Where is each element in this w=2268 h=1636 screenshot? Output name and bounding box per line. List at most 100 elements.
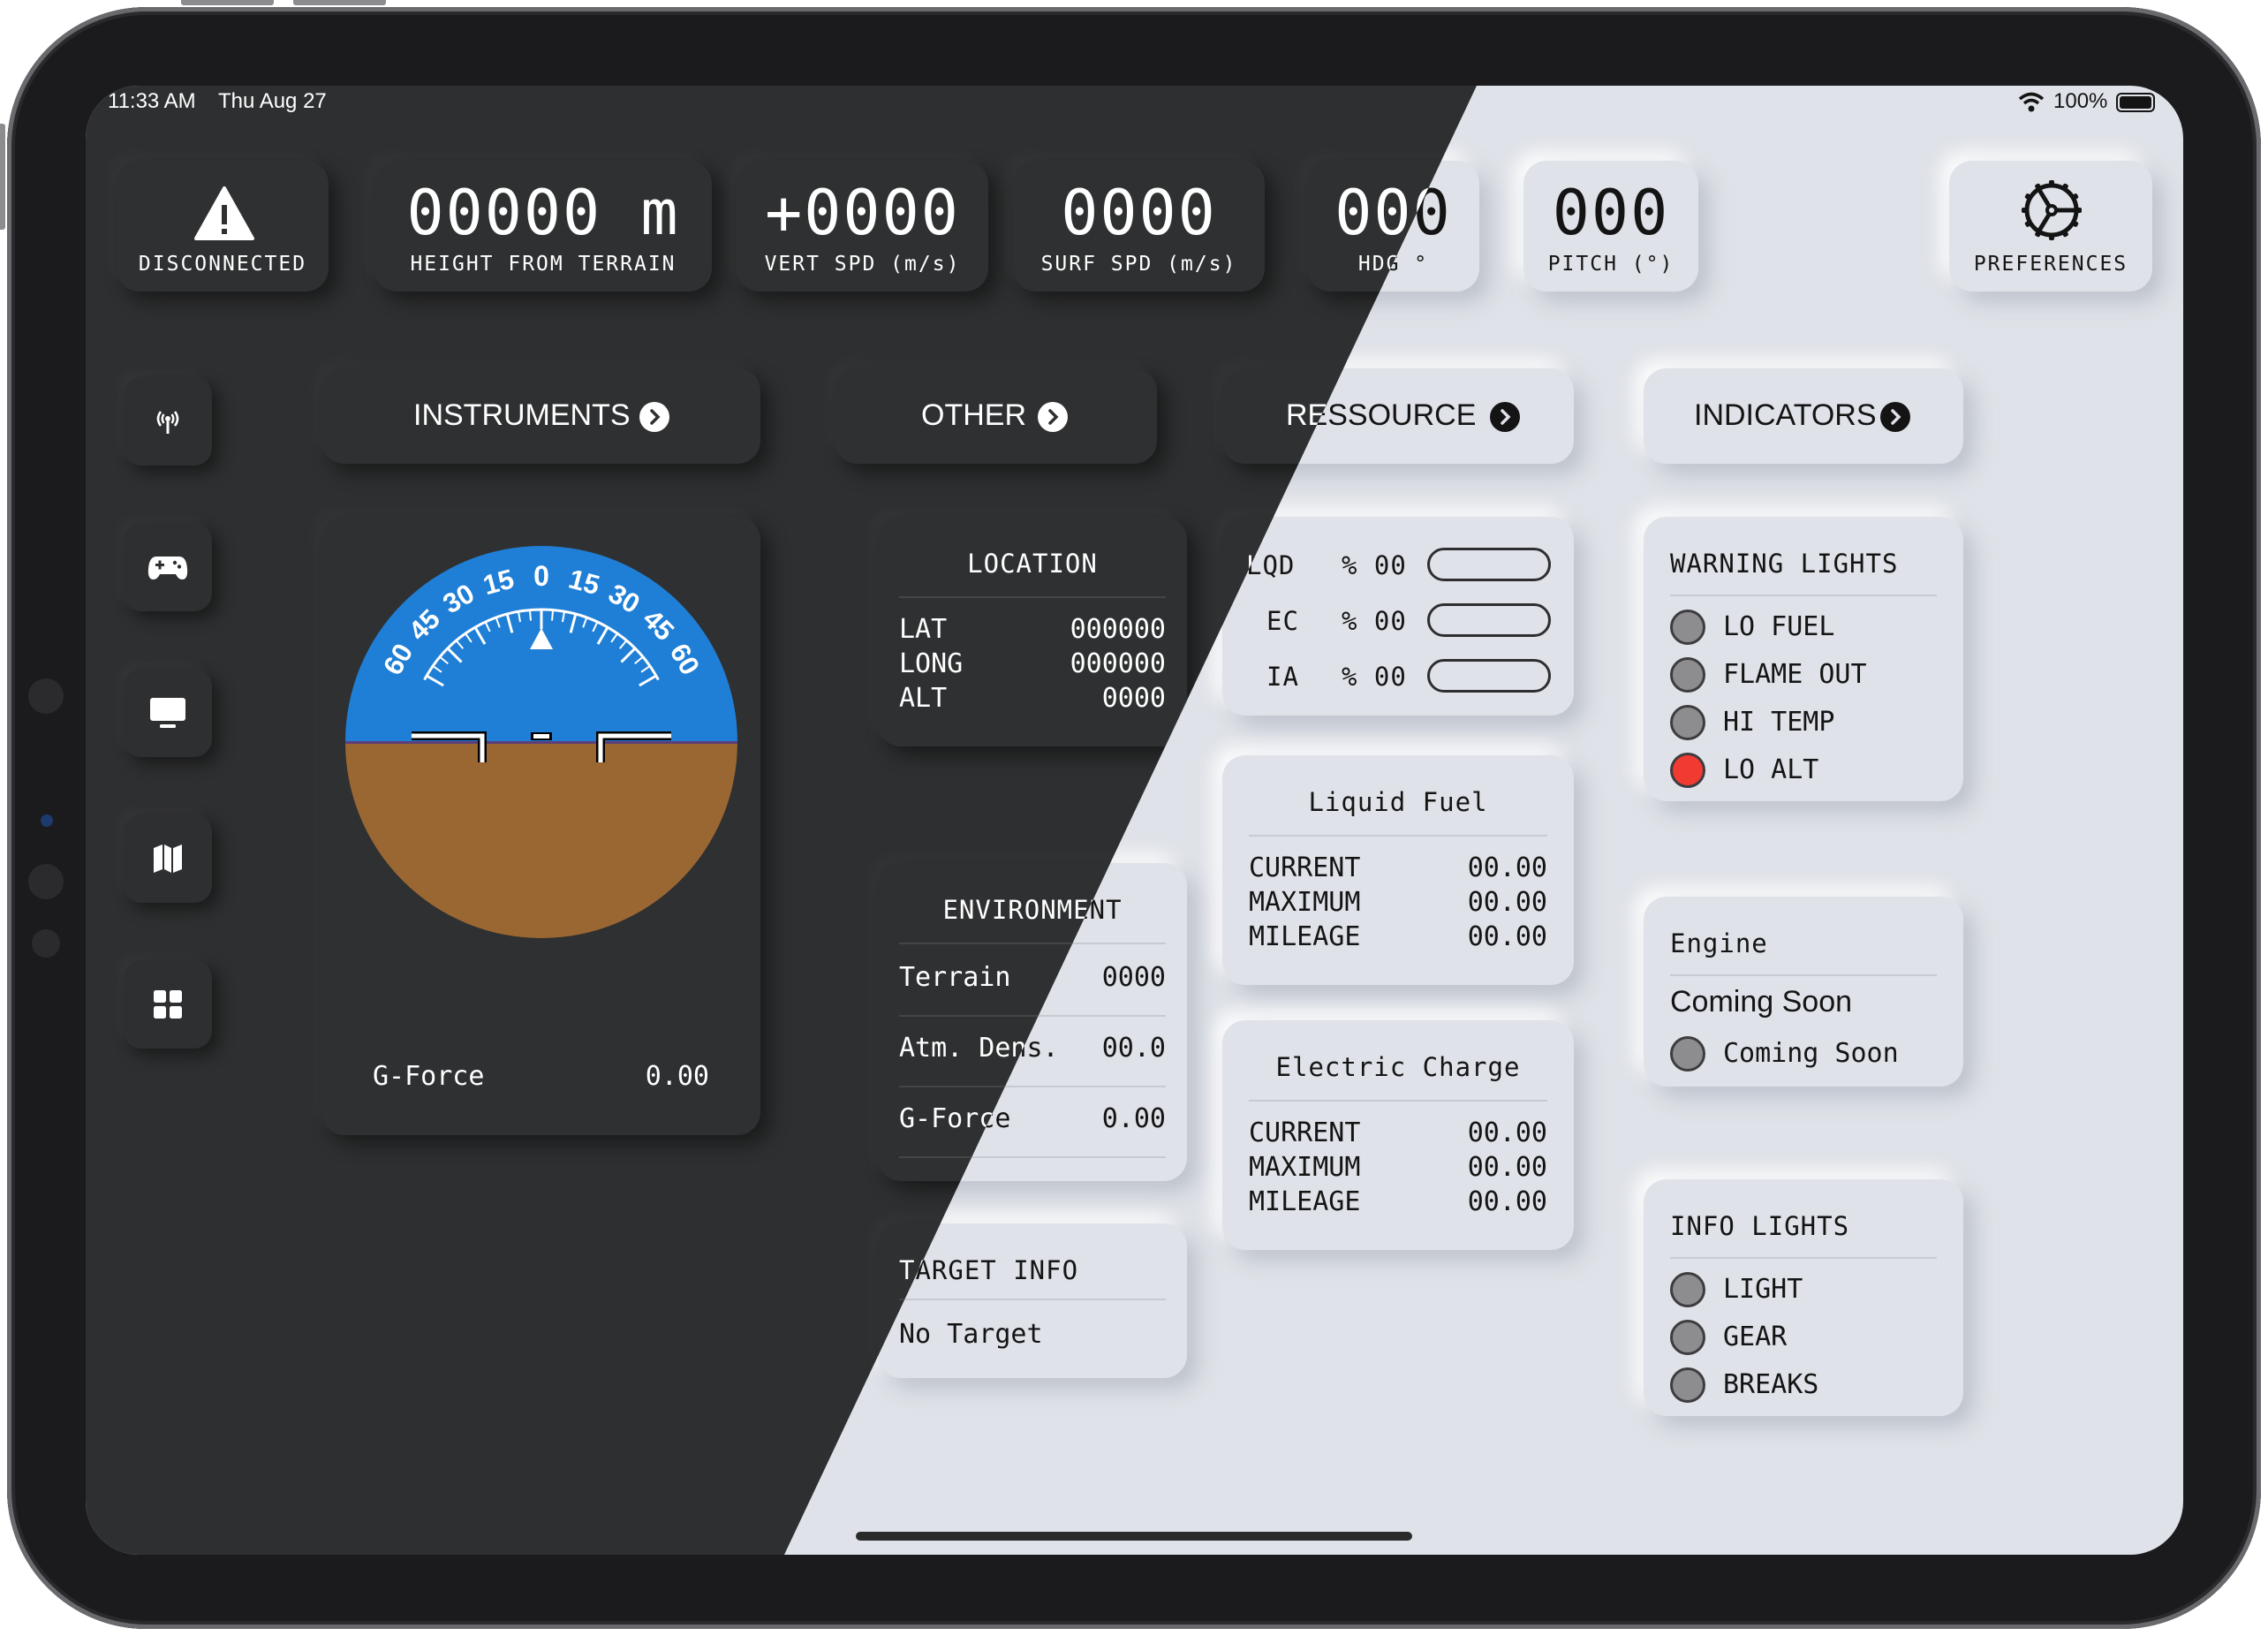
alt-label: ALT xyxy=(899,683,948,714)
info-lights-card: INFO LIGHTS LIGHT GEAR BREAKS xyxy=(1644,1179,1963,1416)
height-label: HEIGHT FROM TERRAIN xyxy=(410,253,677,276)
sidebar-item-grid[interactable] xyxy=(124,960,212,1049)
hi-temp-label: HI TEMP xyxy=(1723,707,1835,738)
connection-card[interactable]: DISCONNECTED xyxy=(117,161,329,292)
lo-fuel-light xyxy=(1670,610,1705,645)
pitch-value: 000 xyxy=(1552,177,1670,249)
long-label: LONG xyxy=(899,648,964,679)
env-terrain-value-light: 0000 xyxy=(1101,962,1166,993)
chevron-right-icon xyxy=(639,402,669,432)
bank-scale-tick xyxy=(528,610,532,621)
info-lights-title: INFO LIGHTS xyxy=(1670,1211,1850,1241)
vert-speed-value: +0000 xyxy=(765,177,960,249)
gforce-label: G-Force xyxy=(373,1061,485,1092)
chevron-right-icon xyxy=(1490,402,1520,432)
ec-mileage-value: 00.00 xyxy=(1467,1186,1547,1217)
battery-icon xyxy=(2116,93,2155,112)
warning-lights-title: WARNING LIGHTS xyxy=(1670,549,1899,579)
status-battery: 100% xyxy=(2053,89,2108,113)
engine-subtitle: Coming Soon xyxy=(1670,985,1853,1019)
engine-light xyxy=(1670,1036,1705,1072)
height-card: 00000 m HEIGHT FROM TERRAIN xyxy=(374,161,712,292)
app-screen: 11:33 AM Thu Aug 27 100% DISCONNECTED 00… xyxy=(86,86,2183,1555)
preferences-label: PREFERENCES xyxy=(1973,253,2128,276)
sidebar-item-antenna[interactable] xyxy=(124,377,212,466)
lo-alt-light xyxy=(1670,753,1705,788)
status-date: Thu Aug 27 xyxy=(218,89,327,113)
status-time: 11:33 AM xyxy=(108,89,196,113)
liquid-fuel-title: Liquid Fuel xyxy=(1308,787,1488,817)
warning-lights-card: WARNING LIGHTS LO FUEL FLAME OUT HI TEMP… xyxy=(1644,517,1963,801)
long-value: 000000 xyxy=(1070,648,1166,679)
bank-label-0: 0 xyxy=(533,560,549,592)
lo-alt-label: LO ALT xyxy=(1723,754,1819,785)
ec-maximum-value: 00.00 xyxy=(1467,1152,1547,1183)
tab-instruments[interactable]: INSTRUMENTS xyxy=(321,368,760,464)
warning-icon xyxy=(194,186,254,240)
engine-card: Engine Coming Soon Coming Soon xyxy=(1644,897,1963,1087)
alt-value: 0000 xyxy=(1101,683,1166,714)
target-value-light: No Target xyxy=(899,1319,1043,1350)
camera-dot xyxy=(41,814,53,827)
ec-value: % 00 xyxy=(1342,606,1407,636)
attitude-indicator: 0 60 45 30 15 15 30 45 60 xyxy=(345,546,737,938)
liquid-fuel-card: Liquid Fuel CURRENT 00.00 MAXIMUM 00.00 … xyxy=(1222,755,1574,985)
env-terrain-label: Terrain xyxy=(899,962,1011,993)
flame-out-label: FLAME OUT xyxy=(1723,659,1867,690)
attitude-card: 0 60 45 30 15 15 30 45 60 G-Force 0.00 xyxy=(321,517,760,1135)
ec-mileage-label: MILEAGE xyxy=(1249,1186,1361,1217)
lf-mileage-label: MILEAGE xyxy=(1249,921,1361,952)
tab-other-label: OTHER xyxy=(921,398,1026,432)
env-gforce-value-light: 0.00 xyxy=(1101,1103,1166,1134)
pitch-label: PITCH (°) xyxy=(1547,253,1675,276)
ec-current-value: 00.00 xyxy=(1467,1117,1547,1148)
sidebar-item-display[interactable] xyxy=(124,669,212,757)
electric-charge-title: Electric Charge xyxy=(1275,1052,1521,1082)
target-title-light: TARGET INFO xyxy=(899,1255,1079,1285)
lqd-value: % 00 xyxy=(1342,550,1407,580)
connection-label: DISCONNECTED xyxy=(138,253,307,276)
preferences-button[interactable]: PREFERENCES xyxy=(1949,161,2152,292)
bank-scale-tick xyxy=(551,610,555,621)
monitor-icon xyxy=(150,698,185,728)
lf-mileage-value: 00.00 xyxy=(1467,921,1547,952)
vert-speed-card: +0000 VERT SPD (m/s) xyxy=(737,161,988,292)
hardware-top-button-1 xyxy=(181,0,274,5)
chevron-right-icon xyxy=(1038,402,1068,432)
tab-indicators[interactable]: INDICATORS xyxy=(1644,368,1963,464)
light-label: LIGHT xyxy=(1723,1274,1803,1305)
hi-temp-light xyxy=(1670,705,1705,740)
antenna-icon xyxy=(156,411,179,434)
breaks-indicator xyxy=(1670,1367,1705,1403)
lf-maximum-label: MAXIMUM xyxy=(1249,887,1361,918)
light-indicator xyxy=(1670,1272,1705,1307)
gamepad-icon xyxy=(147,557,188,579)
home-indicator[interactable] xyxy=(856,1532,1412,1541)
lf-current-label: CURRENT xyxy=(1249,852,1361,883)
resource-levels-card: LQD % 00 EC % 00 IA % 00 xyxy=(1222,517,1574,716)
location-card: LOCATION LAT 000000 LONG 000000 ALT 0000 xyxy=(878,517,1187,746)
sensor-dot xyxy=(28,678,64,714)
location-title: LOCATION xyxy=(967,549,1098,579)
steering-wheel-icon xyxy=(2022,180,2082,240)
tab-instruments-label: INSTRUMENTS xyxy=(413,398,631,432)
tab-other[interactable]: OTHER xyxy=(835,368,1157,464)
gear-label: GEAR xyxy=(1723,1322,1788,1352)
grid-icon xyxy=(154,990,182,1019)
ia-label: IA xyxy=(1266,662,1299,692)
sidebar-item-map[interactable] xyxy=(124,814,212,903)
lat-value: 000000 xyxy=(1070,614,1166,645)
lo-fuel-label: LO FUEL xyxy=(1723,611,1835,642)
height-value: 00000 m xyxy=(406,177,680,249)
hardware-side-button xyxy=(0,124,5,230)
pitch-card: 000 PITCH (°) xyxy=(1523,161,1698,292)
electric-charge-card: Electric Charge CURRENT 00.00 MAXIMUM 00… xyxy=(1222,1020,1574,1250)
sidebar-item-controller[interactable] xyxy=(124,523,212,611)
flame-out-light xyxy=(1670,657,1705,693)
chevron-right-icon xyxy=(1880,402,1910,432)
sensor-dot xyxy=(28,864,64,899)
wifi-icon xyxy=(2018,92,2045,112)
env-atm-value-light: 00.0 xyxy=(1101,1033,1166,1064)
ec-maximum-label: MAXIMUM xyxy=(1249,1152,1361,1183)
hardware-top-button-2 xyxy=(293,0,386,5)
